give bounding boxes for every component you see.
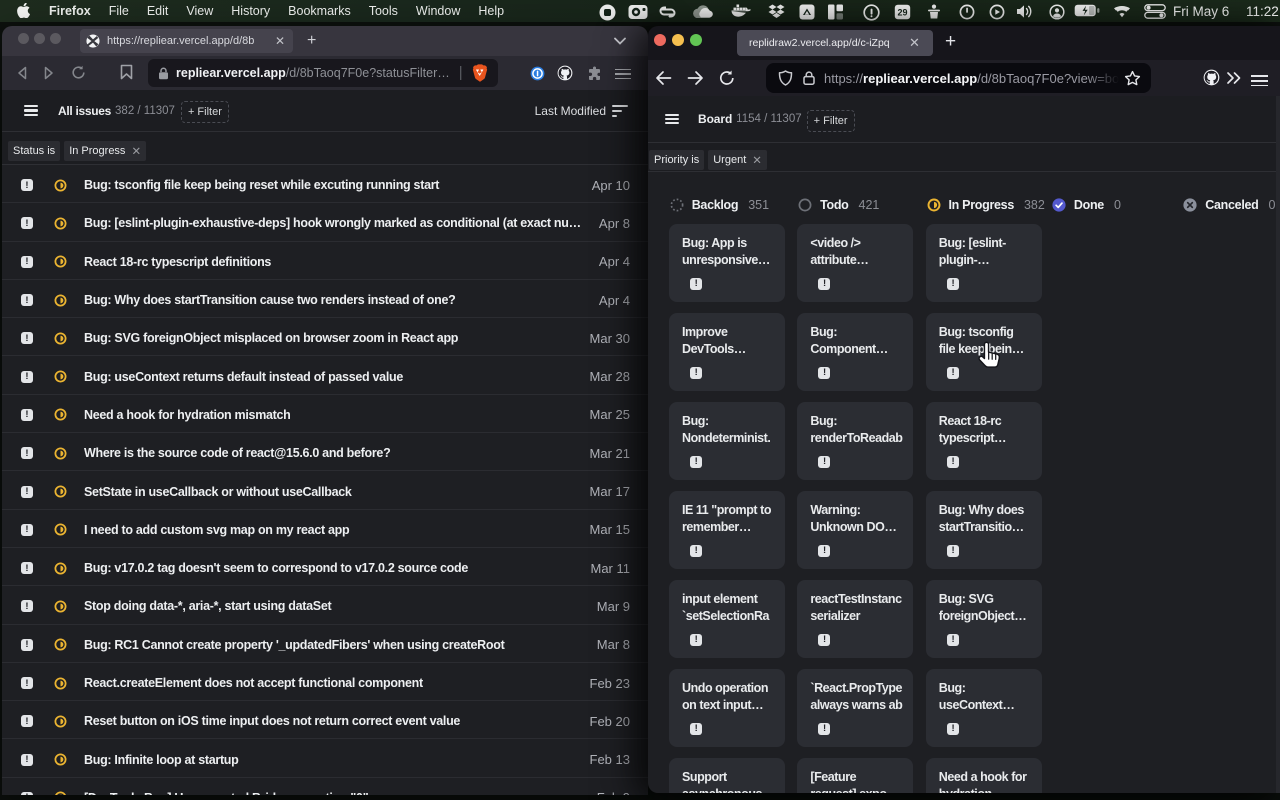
svg-text:29: 29 (897, 7, 907, 17)
